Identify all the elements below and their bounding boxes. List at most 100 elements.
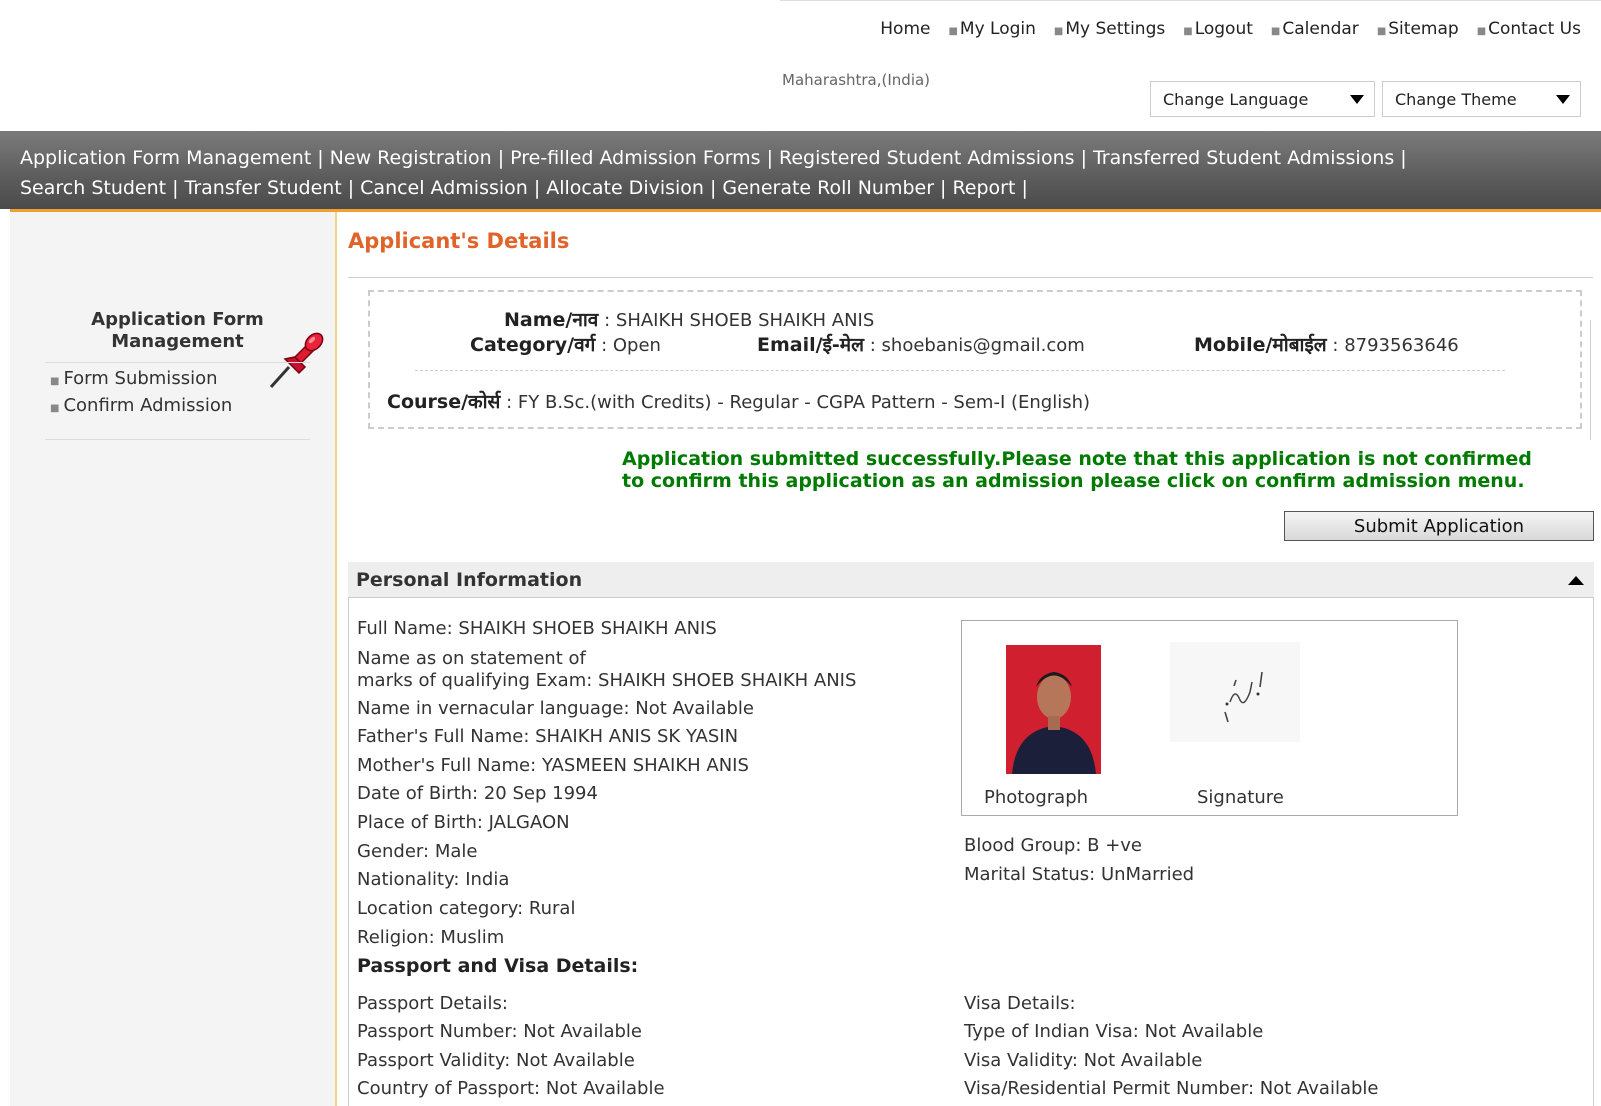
bullet-icon: ■	[50, 376, 60, 387]
change-theme-label: Change Theme	[1395, 89, 1517, 109]
sidebar-item-label: Confirm Admission	[63, 395, 233, 416]
field-blood-group: Blood Group: B +ve	[964, 835, 1143, 856]
change-theme-dropdown[interactable]: Change Theme	[1382, 81, 1581, 117]
caret-down-icon	[1556, 95, 1570, 104]
field-location-category: Location category: Rural	[357, 898, 576, 919]
menu-search-student[interactable]: Search Student	[20, 177, 166, 199]
summary-name-label: Name/नाव	[504, 309, 599, 331]
top-nav-sitemap[interactable]: Sitemap	[1388, 19, 1458, 39]
field-country-of-passport: Country of Passport: Not Available	[357, 1078, 665, 1099]
sidebar-item-form-submission[interactable]: ■ Form Submission	[50, 368, 218, 389]
field-date-of-birth: Date of Birth: 20 Sep 1994	[357, 783, 598, 804]
bullet-icon: ■	[1376, 26, 1387, 37]
bullet-icon: ■	[1476, 26, 1487, 37]
field-passport-number: Passport Number: Not Available	[357, 1021, 642, 1042]
personal-information-panel: Full Name: SHAIKH SHOEB SHAIKH ANIS Name…	[348, 598, 1594, 1106]
applicant-summary: Name/नाव : SHAIKH SHOEB SHAIKH ANIS Cate…	[368, 290, 1582, 429]
field-father-name: Father's Full Name: SHAIKH ANIS SK YASIN	[357, 726, 739, 747]
menu-report[interactable]: Report	[952, 177, 1015, 199]
field-place-of-birth: Place of Birth: JALGAON	[357, 812, 570, 833]
location-text: Maharashtra,(India)	[782, 71, 931, 89]
submit-application-button[interactable]: Submit Application	[1284, 511, 1594, 541]
bullet-icon: ■	[1053, 26, 1064, 37]
summary-divider	[415, 370, 1505, 371]
top-nav-my-login[interactable]: My Login	[960, 19, 1036, 39]
menu-registered-student-admissions[interactable]: Registered Student Admissions	[779, 147, 1075, 169]
menu-transferred-student-admissions[interactable]: Transferred Student Admissions	[1093, 147, 1394, 169]
main-menu-row-2: Search Student | Transfer Student | Cancel A…	[20, 177, 1028, 199]
pushpin-icon	[269, 332, 324, 389]
sidebar-item-label: Form Submission	[63, 368, 218, 389]
sidebar-item-confirm-admission[interactable]: ■ Confirm Admission	[50, 395, 232, 416]
top-nav-home[interactable]: Home	[880, 19, 930, 39]
applicant-photo	[1006, 642, 1101, 774]
personal-information-title: Personal Information	[356, 569, 583, 591]
field-mother-name: Mother's Full Name: YASMEEN SHAIKH ANIS	[357, 755, 749, 776]
summary-mobile: Mobile/मोबाईल : 8793563646	[1194, 334, 1459, 356]
field-marital-status: Marital Status: UnMarried	[964, 864, 1195, 885]
menu-transfer-student[interactable]: Transfer Student	[185, 177, 342, 199]
field-passport-validity: Passport Validity: Not Available	[357, 1050, 635, 1071]
summary-name-value: SHAIKH SHOEB SHAIKH ANIS	[615, 310, 875, 331]
signature-label: Signature	[1197, 787, 1284, 808]
main-content: Applicant's Details Name/नाव : SHAIKH SH…	[348, 212, 1601, 1106]
main-menu-row-1: Application Form Management | New Registra…	[20, 147, 1407, 169]
field-full-name: Full Name: SHAIKH SHOEB SHAIKH ANIS	[357, 618, 717, 639]
right-edge-divider	[1590, 320, 1591, 440]
field-nationality: Nationality: India	[357, 869, 510, 890]
field-visa-type: Type of Indian Visa: Not Available	[964, 1021, 1264, 1042]
page: Home ■ My Login ■ My Settings ■ Logout ■ Cal…	[0, 0, 1601, 1106]
top-nav-logout[interactable]: Logout	[1195, 19, 1253, 39]
field-religion: Religion: Muslim	[357, 927, 505, 948]
field-statement-name: marks of qualifying Exam: SHAIKH SHOEB S…	[357, 670, 857, 691]
page-title: Applicant's Details	[348, 229, 570, 253]
top-nav-calendar[interactable]: Calendar	[1282, 19, 1358, 39]
sidebar: Application Form Management ■ Form Submis…	[10, 212, 337, 1106]
field-passport-details: Passport Details:	[357, 993, 508, 1014]
bullet-icon: ■	[1270, 26, 1281, 37]
personal-information-header[interactable]: Personal Information	[348, 562, 1594, 598]
menu-new-registration[interactable]: New Registration	[330, 147, 492, 169]
summary-course-label: Course/कोर्स	[387, 391, 501, 413]
main-menu: Application Form Management | New Registra…	[0, 131, 1601, 209]
summary-mobile-value: 8793563646	[1344, 335, 1459, 356]
applicant-signature	[1170, 642, 1300, 742]
collapse-arrow-icon[interactable]	[1568, 576, 1584, 585]
summary-mobile-label: Mobile/मोबाईल	[1194, 334, 1327, 356]
summary-name: Name/नाव : SHAIKH SHOEB SHAIKH ANIS	[504, 309, 875, 331]
menu-cancel-admission[interactable]: Cancel Admission	[360, 177, 528, 199]
menu-prefilled-admission-forms[interactable]: Pre-filled Admission Forms	[510, 147, 760, 169]
field-residential-permit: Visa/Residential Permit Number: Not Avai…	[964, 1078, 1379, 1099]
photograph-label: Photograph	[984, 787, 1089, 808]
field-gender: Gender: Male	[357, 841, 478, 862]
summary-course: Course/कोर्स : FY B.Sc.(with Credits) - …	[387, 391, 1091, 413]
field-vernacular-name: Name in vernacular language: Not Availab…	[357, 698, 754, 719]
menu-application-form-management[interactable]: Application Form Management	[20, 147, 311, 169]
success-message-line-1: Application submitted successfully.Pleas…	[622, 448, 1532, 470]
top-nav-my-settings[interactable]: My Settings	[1065, 19, 1165, 39]
bullet-icon: ■	[948, 26, 958, 37]
field-visa-details: Visa Details:	[964, 993, 1076, 1014]
summary-category-label: Category/वर्ग	[470, 334, 596, 356]
success-message-line-2: to confirm this application as an admiss…	[622, 470, 1525, 492]
title-divider	[348, 277, 1593, 278]
summary-category-value: Open	[612, 335, 661, 356]
summary-email-value: shoebanis@gmail.com	[881, 335, 1085, 356]
caret-down-icon	[1350, 95, 1364, 104]
menu-allocate-division[interactable]: Allocate Division	[546, 177, 704, 199]
bullet-icon: ■	[50, 403, 60, 414]
field-visa-validity: Visa Validity: Not Available	[964, 1050, 1203, 1071]
summary-email-label: Email/ई-मेल	[757, 334, 865, 356]
change-language-dropdown[interactable]: Change Language	[1150, 81, 1375, 117]
top-nav-contact-us[interactable]: Contact Us	[1488, 19, 1581, 39]
summary-email: Email/ई-मेल : shoebanis@gmail.com	[757, 334, 1085, 356]
change-language-label: Change Language	[1163, 89, 1309, 109]
success-message: Application submitted successfully.Pleas…	[622, 448, 1601, 492]
bullet-icon: ■	[1183, 26, 1193, 37]
summary-course-value: FY B.Sc.(with Credits) - Regular - CGPA …	[517, 392, 1091, 413]
summary-category: Category/वर्ग : Open	[470, 334, 661, 356]
top-nav: Home ■ My Login ■ My Settings ■ Logout ■ Cal…	[780, 0, 1601, 57]
sidebar-divider	[45, 362, 310, 363]
photo-signature-box: Photograph Signature	[961, 620, 1458, 816]
menu-generate-roll-number[interactable]: Generate Roll Number	[722, 177, 934, 199]
